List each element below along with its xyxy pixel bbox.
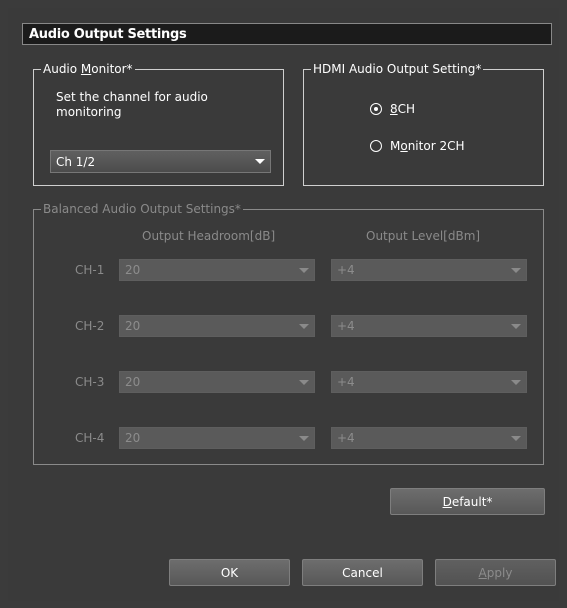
ch-1-headroom-value: 20 <box>125 263 141 277</box>
radio-monitor-2ch[interactable]: Monitor 2CH <box>370 139 464 153</box>
ch-1-headroom-select[interactable]: 20 <box>119 259 315 281</box>
ch-4-level-select[interactable]: +4 <box>331 427 527 449</box>
level-column-header: Output Level[dBm] <box>366 229 481 243</box>
hdmi-output-group: HDMI Audio Output Setting* 8CH Monitor 2… <box>303 62 544 186</box>
apply-button[interactable]: Apply <box>435 559 556 586</box>
chevron-down-icon <box>511 436 521 441</box>
balanced-output-group: Balanced Audio Output Settings* Output H… <box>33 202 544 465</box>
cancel-button[interactable]: Cancel <box>302 559 423 586</box>
ch-3-label: CH-3 <box>75 375 105 389</box>
ch-1-level-value: +4 <box>337 263 355 277</box>
balanced-output-legend: Balanced Audio Output Settings* <box>43 202 241 216</box>
ch-4-label: CH-4 <box>75 431 105 445</box>
ch-2-level-value: +4 <box>337 319 355 333</box>
audio-monitor-select[interactable]: Ch 1/2 <box>50 150 271 173</box>
audio-monitor-group: Audio Monitor* Set the channel for audio… <box>33 62 284 186</box>
ch-2-headroom-select[interactable]: 20 <box>119 315 315 337</box>
radio-8ch-label: 8CH <box>390 102 416 116</box>
ch-3-level-select[interactable]: +4 <box>331 371 527 393</box>
chevron-down-icon <box>299 268 309 273</box>
chevron-down-icon <box>511 268 521 273</box>
audio-monitor-legend: Audio Monitor* <box>43 62 133 76</box>
chevron-down-icon <box>299 324 309 329</box>
ch-3-level-value: +4 <box>337 375 355 389</box>
ch-1-level-select[interactable]: +4 <box>331 259 527 281</box>
ch-3-headroom-select[interactable]: 20 <box>119 371 315 393</box>
chevron-down-icon <box>299 380 309 385</box>
ch-2-headroom-value: 20 <box>125 319 141 333</box>
chevron-down-icon <box>299 436 309 441</box>
ch-2-label: CH-2 <box>75 319 105 333</box>
audio-monitor-description: Set the channel for audio monitoring <box>56 90 208 119</box>
radio-8ch[interactable]: 8CH <box>370 102 415 116</box>
radio-selected-icon <box>370 103 382 115</box>
radio-unselected-icon <box>370 140 382 152</box>
hdmi-output-legend: HDMI Audio Output Setting* <box>313 62 482 76</box>
dialog-title: Audio Output Settings <box>22 23 552 45</box>
chevron-down-icon <box>255 159 265 164</box>
ch-4-level-value: +4 <box>337 431 355 445</box>
headroom-column-header: Output Headroom[dB] <box>142 229 276 243</box>
chevron-down-icon <box>511 380 521 385</box>
ch-3-headroom-value: 20 <box>125 375 141 389</box>
ch-4-headroom-select[interactable]: 20 <box>119 427 315 449</box>
radio-monitor-2ch-label: Monitor 2CH <box>390 139 465 153</box>
ch-2-level-select[interactable]: +4 <box>331 315 527 337</box>
chevron-down-icon <box>511 324 521 329</box>
ch-1-label: CH-1 <box>75 263 105 277</box>
audio-monitor-select-value: Ch 1/2 <box>56 154 96 169</box>
default-button[interactable]: Default* <box>390 488 545 515</box>
ok-button[interactable]: OK <box>169 559 290 586</box>
dialog-title-text: Audio Output Settings <box>29 26 187 42</box>
ch-4-headroom-value: 20 <box>125 431 141 445</box>
